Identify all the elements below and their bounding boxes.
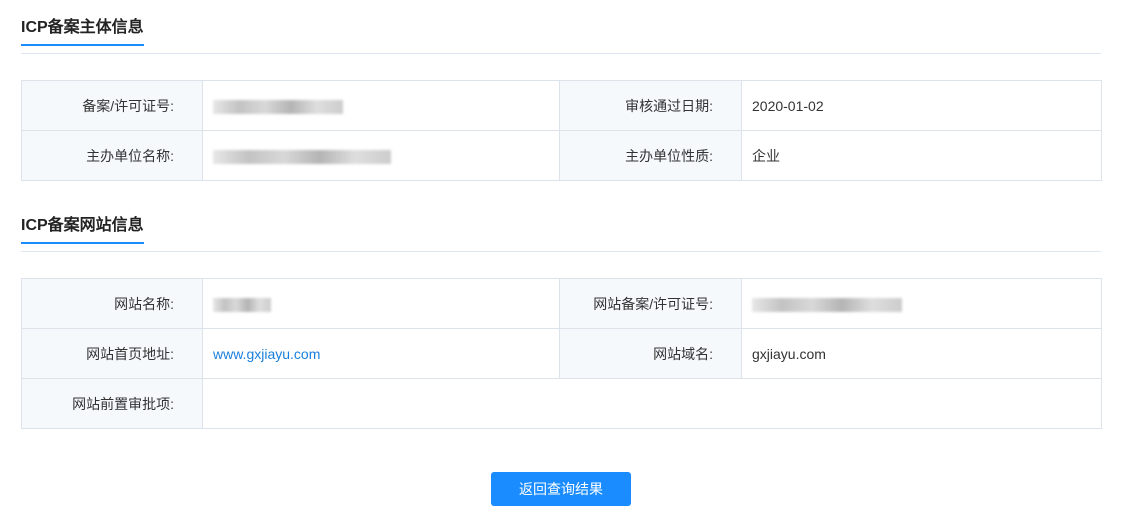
table-row: 备案/许可证号: 审核通过日期: 2020-01-02 [21,80,1102,131]
redacted-text [752,297,902,312]
organizer-name-label: 主办单位名称: [21,130,203,181]
back-to-results-button[interactable]: 返回查询结果 [491,472,631,506]
table-row: 网站名称: 网站备案/许可证号: [21,278,1102,329]
site-name-label: 网站名称: [21,278,203,329]
organizer-type-value: 企业 [741,130,1102,181]
domain-label: 网站域名: [559,328,742,379]
approval-date-value: 2020-01-02 [741,80,1102,131]
icp-detail-page: ICP备案主体信息 备案/许可证号: 审核通过日期: 2020-01-02 主办… [0,0,1137,522]
pre-approval-value [202,378,1102,429]
site-license-label: 网站备案/许可证号: [559,278,742,329]
website-section-header: ICP备案网站信息 [21,216,1101,252]
website-info-table: 网站名称: 网站备案/许可证号: 网站首页地址: www.gxjiayu.com… [21,278,1102,429]
organizer-name-value [202,130,560,181]
table-row: 网站前置审批项: [21,378,1102,429]
redacted-text [213,149,391,164]
redacted-text [213,99,343,114]
subject-section-title: ICP备案主体信息 [21,18,144,46]
approval-date-label: 审核通过日期: [559,80,742,131]
site-name-value [202,278,560,329]
table-row: 网站首页地址: www.gxjiayu.com 网站域名: gxjiayu.co… [21,328,1102,379]
home-url-value: www.gxjiayu.com [202,328,560,379]
subject-section-header: ICP备案主体信息 [21,18,1101,54]
license-number-value [202,80,560,131]
home-url-label: 网站首页地址: [21,328,203,379]
domain-value: gxjiayu.com [741,328,1102,379]
organizer-type-label: 主办单位性质: [559,130,742,181]
redacted-text [213,297,271,312]
home-url-link[interactable]: www.gxjiayu.com [213,346,320,362]
pre-approval-label: 网站前置审批项: [21,378,203,429]
license-number-label: 备案/许可证号: [21,80,203,131]
subject-info-table: 备案/许可证号: 审核通过日期: 2020-01-02 主办单位名称: 主办单位… [21,80,1102,181]
site-license-value [741,278,1102,329]
table-row: 主办单位名称: 主办单位性质: 企业 [21,130,1102,181]
website-section-title: ICP备案网站信息 [21,216,144,244]
